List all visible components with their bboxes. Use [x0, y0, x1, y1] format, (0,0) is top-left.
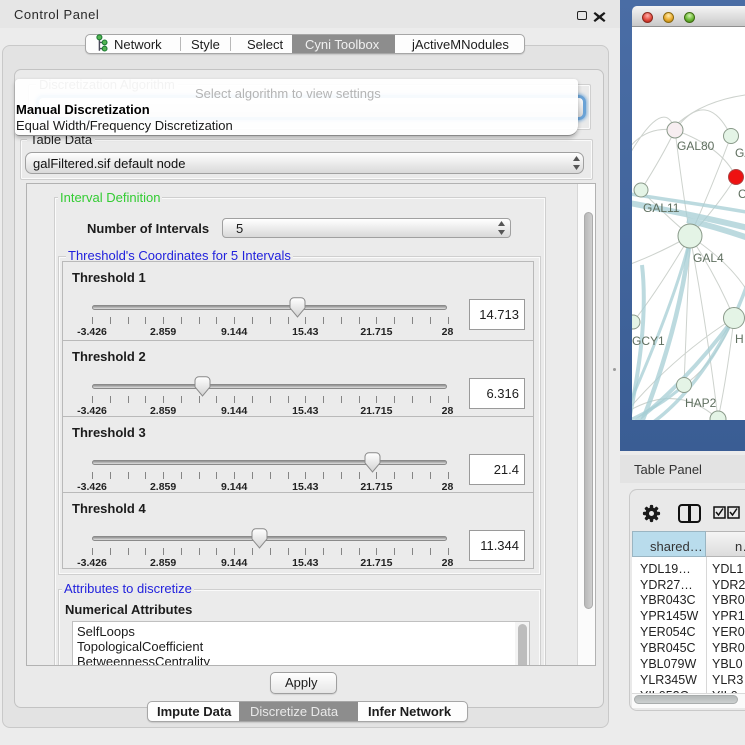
svg-text:C: C [738, 187, 745, 201]
svg-text:H: H [735, 332, 744, 346]
svg-text:GAL80: GAL80 [677, 139, 715, 153]
svg-text:GAL7: GAL7 [735, 146, 745, 160]
svg-text:GAL4: GAL4 [693, 251, 724, 265]
svg-text:GAL11: GAL11 [643, 201, 680, 215]
svg-text:GCY1: GCY1 [632, 334, 665, 348]
svg-text:HAP2: HAP2 [685, 396, 717, 410]
